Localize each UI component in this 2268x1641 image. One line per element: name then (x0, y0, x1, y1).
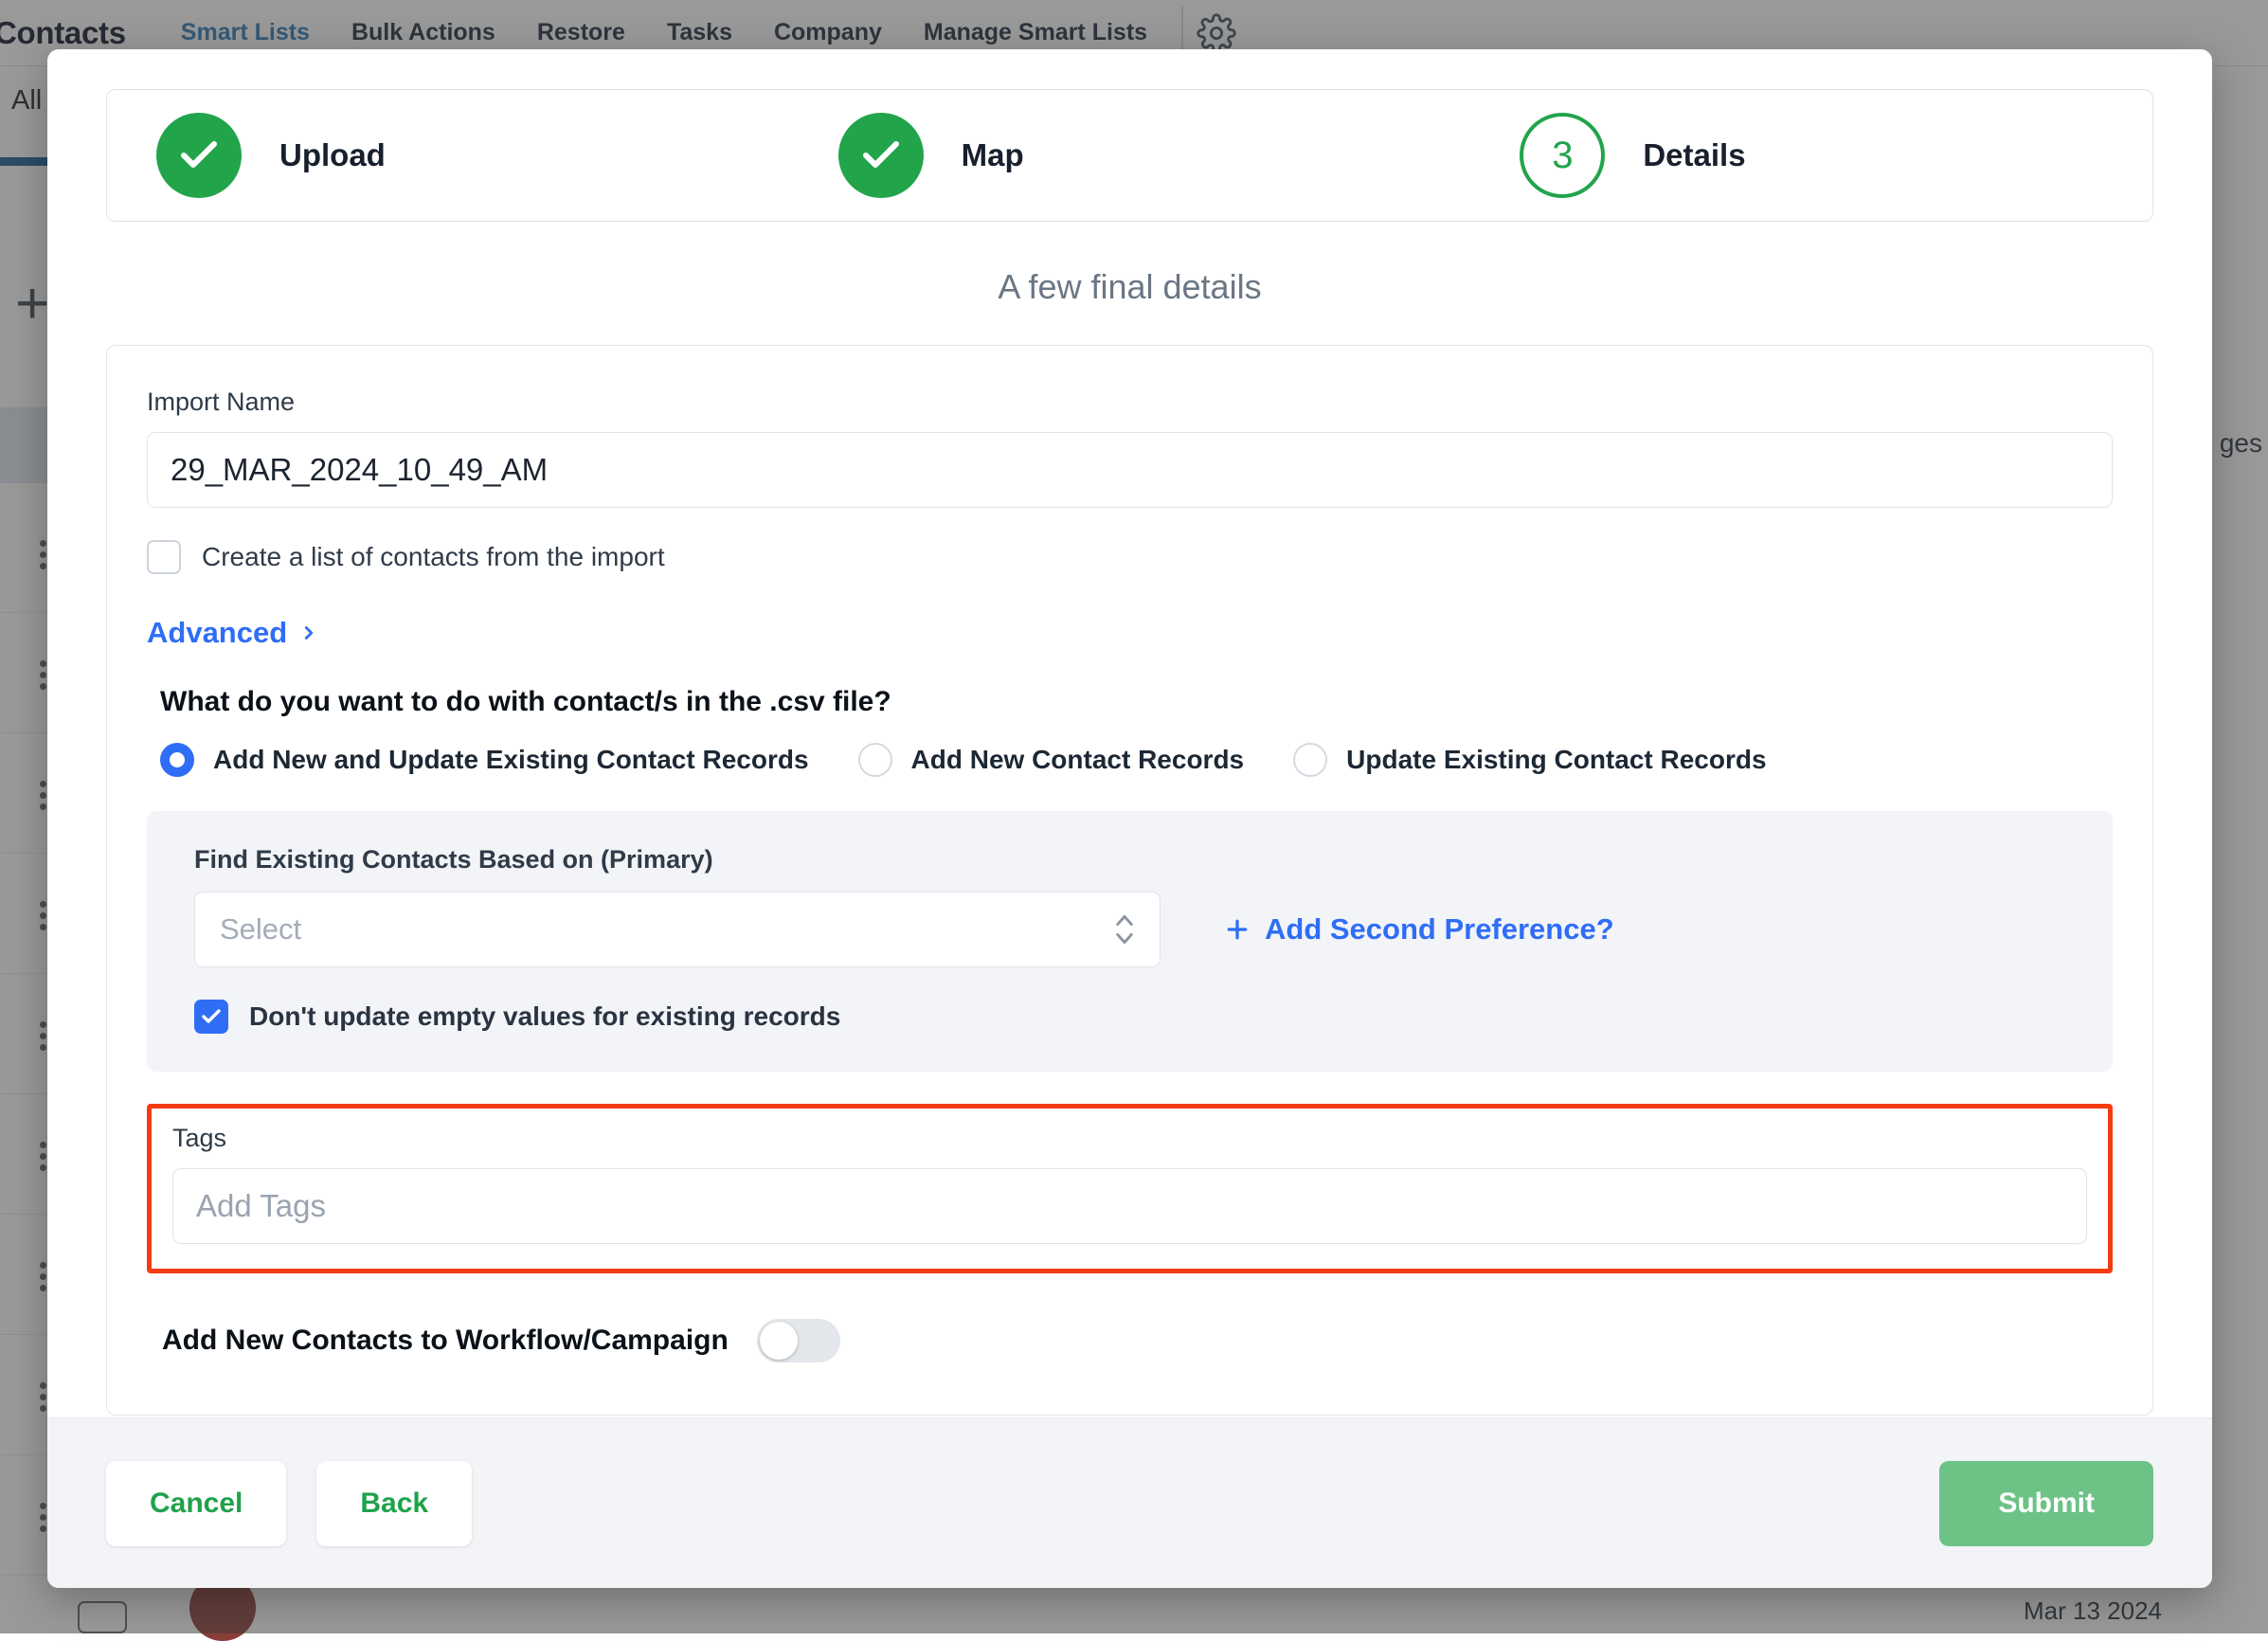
tags-highlight: Tags (147, 1104, 2113, 1273)
plus-icon (1223, 915, 1251, 944)
step-details-label: Details (1643, 137, 1745, 173)
modal-body: Upload Map 3 Details A few final details… (47, 49, 2212, 1417)
add-second-preference-label: Add Second Preference? (1265, 912, 1614, 947)
import-name-label: Import Name (147, 388, 2113, 417)
import-name-input[interactable] (147, 432, 2113, 508)
workflow-toggle[interactable] (757, 1319, 840, 1362)
import-contacts-modal: Upload Map 3 Details A few final details… (47, 49, 2212, 1588)
step-upload[interactable]: Upload (107, 113, 789, 198)
advanced-label: Advanced (147, 616, 287, 650)
dont-update-empty-label: Don't update empty values for existing r… (249, 1001, 840, 1032)
radio-add-new-and-update-dot[interactable] (160, 743, 194, 777)
step-map-label: Map (962, 137, 1024, 173)
workflow-toggle-label: Add New Contacts to Workflow/Campaign (162, 1325, 729, 1357)
find-existing-select-row: Select Add Second Preference? (194, 892, 2065, 967)
create-list-checkbox-row[interactable]: Create a list of contacts from the impor… (147, 540, 2113, 574)
find-existing-panel: Find Existing Contacts Based on (Primary… (147, 811, 2113, 1072)
find-existing-select-value: Select (220, 912, 301, 947)
radio-update-existing-dot[interactable] (1293, 743, 1327, 777)
cancel-button[interactable]: Cancel (106, 1461, 286, 1546)
add-second-preference-button[interactable]: Add Second Preference? (1223, 912, 1614, 947)
tags-input[interactable] (172, 1168, 2087, 1244)
chevron-right-icon (298, 619, 319, 647)
dont-update-empty-checkbox[interactable] (194, 1000, 228, 1034)
chevron-up-down-icon (1114, 911, 1135, 948)
radio-add-new-dot[interactable] (858, 743, 892, 777)
radio-add-new-and-update-label: Add New and Update Existing Contact Reco… (213, 745, 809, 775)
create-list-checkbox[interactable] (147, 540, 181, 574)
find-existing-select[interactable]: Select (194, 892, 1161, 967)
modal-heading: A few final details (106, 267, 2153, 307)
advanced-toggle[interactable]: Advanced (147, 616, 319, 650)
check-icon (176, 133, 222, 178)
step-map-indicator (838, 113, 924, 198)
step-map[interactable]: Map (789, 113, 1471, 198)
radio-add-new-label: Add New Contact Records (911, 745, 1245, 775)
find-existing-label: Find Existing Contacts Based on (Primary… (194, 845, 2065, 875)
details-form: Import Name Create a list of contacts fr… (106, 345, 2153, 1416)
step-details[interactable]: 3 Details (1470, 113, 2152, 198)
step-upload-indicator (156, 113, 242, 198)
radio-add-new[interactable]: Add New Contact Records (858, 743, 1245, 777)
workflow-toggle-row: Add New Contacts to Workflow/Campaign (162, 1319, 2113, 1362)
submit-button[interactable]: Submit (1939, 1461, 2153, 1546)
check-icon (858, 133, 904, 178)
dont-update-empty-row[interactable]: Don't update empty values for existing r… (194, 1000, 2065, 1034)
radio-update-existing-label: Update Existing Contact Records (1346, 745, 1766, 775)
back-button[interactable]: Back (316, 1461, 472, 1546)
import-stepper: Upload Map 3 Details (106, 89, 2153, 222)
modal-footer: Cancel Back Submit (47, 1417, 2212, 1588)
radio-add-new-and-update[interactable]: Add New and Update Existing Contact Reco… (160, 743, 809, 777)
csv-action-question: What do you want to do with contact/s in… (160, 686, 2113, 718)
tags-label: Tags (172, 1124, 2087, 1153)
csv-action-radio-group: Add New and Update Existing Contact Reco… (160, 743, 2113, 777)
create-list-label: Create a list of contacts from the impor… (202, 542, 665, 572)
step-upload-label: Upload (279, 137, 386, 173)
step-details-indicator: 3 (1520, 113, 1605, 198)
check-icon (200, 1005, 223, 1028)
radio-update-existing[interactable]: Update Existing Contact Records (1293, 743, 1766, 777)
workflow-toggle-knob (760, 1322, 798, 1360)
